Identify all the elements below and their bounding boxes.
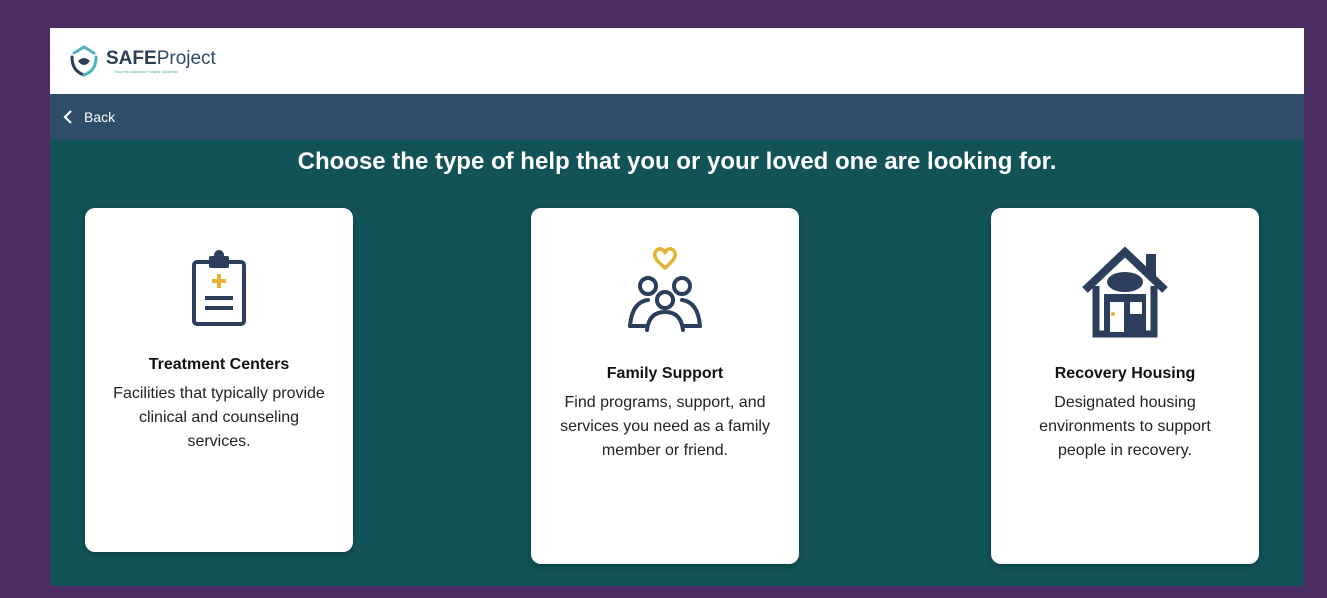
- family-heart-icon: [628, 247, 702, 332]
- back-button[interactable]: Back: [62, 109, 115, 125]
- card-recovery-housing[interactable]: Recovery Housing Designated housing envi…: [991, 208, 1259, 564]
- logo-tagline: Stop the Addiction Fatality Epidemic: [114, 68, 178, 74]
- chevron-left-icon: [63, 110, 72, 124]
- card-description: Designated housing environments to suppo…: [1039, 394, 1211, 459]
- card-family-support[interactable]: Family Support Find programs, support, a…: [531, 208, 799, 564]
- safeproject-logo[interactable]: SAFEProject Stop the Addiction Fatality …: [66, 43, 216, 79]
- card-description: Find programs, support, and services you…: [560, 394, 770, 459]
- navbar: Back: [50, 94, 1304, 140]
- house-icon: [1082, 246, 1168, 338]
- clipboard-medical-icon: [192, 250, 246, 326]
- site-header: SAFEProject Stop the Addiction Fatality …: [50, 28, 1304, 94]
- logo-name: SAFEProject: [106, 47, 216, 69]
- back-label: Back: [84, 109, 116, 125]
- card-treatment-centers[interactable]: Treatment Centers Facilities that typica…: [85, 208, 353, 552]
- card-description: Facilities that typically provide clinic…: [113, 385, 325, 450]
- card-title: Family Support: [606, 365, 724, 382]
- logo-mark-icon: [70, 45, 98, 77]
- app-frame: SAFEProject Stop the Addiction Fatality …: [50, 28, 1304, 586]
- page-title: Choose the type of help that you or your…: [297, 148, 1057, 175]
- card-title: Treatment Centers: [148, 356, 290, 373]
- card-title: Recovery Housing: [1054, 365, 1196, 382]
